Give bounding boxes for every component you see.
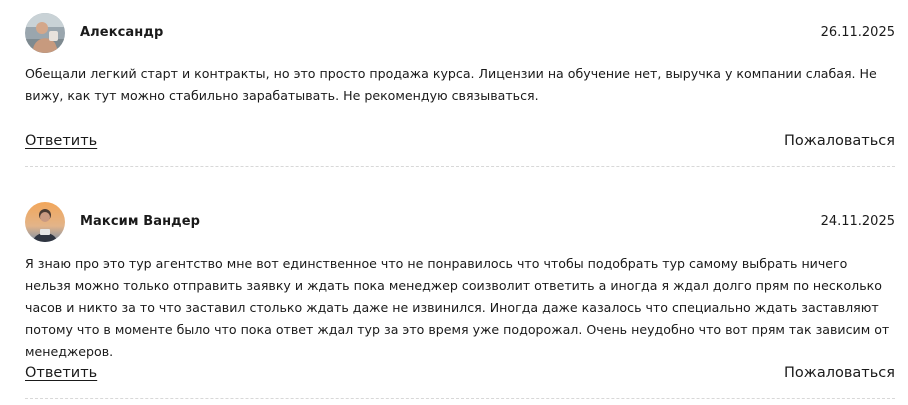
review-text: Я знаю про это тур агентство мне вот еди… xyxy=(25,256,890,359)
report-link[interactable]: Пожаловаться xyxy=(784,362,895,384)
author-name: Максим Вандер xyxy=(80,214,201,229)
reply-link[interactable]: Ответить xyxy=(25,362,97,384)
reviews-list: Александр 26.11.2025 Обещали легкий стар… xyxy=(25,0,895,399)
divider xyxy=(25,398,895,399)
user-photo-icon xyxy=(25,202,65,242)
review-date: 24.11.2025 xyxy=(820,214,895,229)
review-item: Максим Вандер 24.11.2025 Я знаю про это … xyxy=(25,0,895,399)
avatar xyxy=(25,202,65,242)
review-actions: Ответить Пожаловаться xyxy=(25,362,895,386)
